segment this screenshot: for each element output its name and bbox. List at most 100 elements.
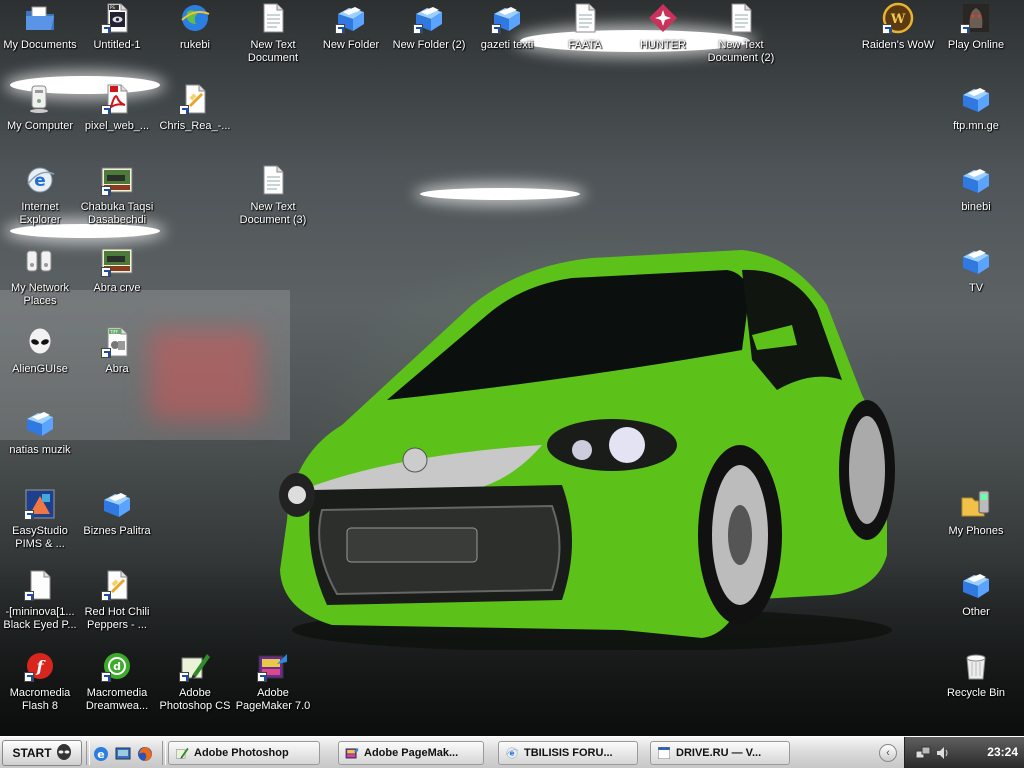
folder-icon: [960, 245, 992, 277]
diamond-app-icon: [647, 2, 679, 34]
alien-icon: [24, 326, 56, 358]
svg-text:W: W: [890, 12, 906, 27]
shortcut-arrow-icon: [101, 24, 111, 34]
desktop-icon[interactable]: Recycle Bin: [936, 650, 1016, 700]
desktop-icon[interactable]: TV: [936, 245, 1016, 295]
shortcut-arrow-icon: [101, 591, 111, 601]
desktop-icon-label: rukebi: [180, 39, 210, 51]
desktop-icon[interactable]: natias muzik: [0, 407, 80, 457]
folder-icon: [101, 488, 133, 520]
desktop-icon[interactable]: ftp.mn.ge: [936, 83, 1016, 133]
desktop-icon-label: ftp.mn.ge: [953, 120, 999, 132]
desktop-icon[interactable]: Other: [936, 569, 1016, 619]
desktop-icon[interactable]: gazeti texti: [467, 2, 547, 52]
desktop-icon-label: New Folder (2): [392, 39, 466, 51]
desktop-icon-label: New Folder: [322, 39, 380, 51]
desktop-icon[interactable]: -[mininova[1... Black Eyed P...: [0, 569, 80, 632]
desktop-icon[interactable]: TIFF Abra: [77, 326, 157, 376]
tiff-file-icon: TIFF: [101, 326, 133, 358]
desktop-icon[interactable]: PS Untitled-1: [77, 2, 157, 52]
taskbar-button[interactable]: Adobe PageMak...: [338, 741, 484, 765]
pdf-icon: [101, 83, 133, 115]
globe-icon: [179, 2, 211, 34]
desktop-icon[interactable]: Play Online: [936, 2, 1016, 52]
desktop-icon[interactable]: My Phones: [936, 488, 1016, 538]
media-file-icon: [101, 569, 133, 601]
tray-network-icon[interactable]: [915, 745, 931, 761]
text-document-icon: [257, 2, 289, 34]
desktop-icon[interactable]: HUNTER: [623, 2, 703, 52]
taskbar-button[interactable]: Adobe Photoshop: [168, 741, 320, 765]
taskbar-button[interactable]: e TBILISIS FORU...: [498, 741, 638, 765]
dreamweaver-icon: d: [101, 650, 133, 682]
desktop-icon[interactable]: EasyStudio PIMS & ...: [0, 488, 80, 551]
desktop-icon-label: Internet Explorer: [19, 201, 61, 226]
computer-icon: [24, 83, 56, 115]
clock[interactable]: 23:24: [987, 745, 1018, 759]
psd-file-icon: PS: [101, 2, 133, 34]
desktop-icon-label: My Computer: [6, 120, 74, 132]
folder-icon: [491, 2, 523, 34]
desktop-icon[interactable]: e Internet Explorer: [0, 164, 80, 227]
system-tray: ‹ 23:24: [879, 737, 1024, 768]
desktop-icon[interactable]: Chabuka Taqsi Dasabechdi: [77, 164, 157, 227]
shortcut-arrow-icon: [491, 24, 501, 34]
desktop-icon[interactable]: New Folder (2): [389, 2, 469, 52]
desktop-icon[interactable]: New Folder: [311, 2, 391, 52]
desktop-icon-label: Abra: [105, 363, 129, 375]
desktop-icon[interactable]: Biznes Palitra: [77, 488, 157, 538]
desktop-icon[interactable]: My Computer: [0, 83, 80, 133]
desktop-icon[interactable]: Red Hot Chili Peppers - ...: [77, 569, 157, 632]
tray-volume-icon[interactable]: [935, 745, 951, 761]
desktop-icon[interactable]: Adobe Photoshop CS: [155, 650, 235, 713]
image-thumbnail-icon: [101, 245, 133, 277]
taskbar-button-label: TBILISIS FORU...: [524, 747, 613, 759]
taskbar-button[interactable]: DRIVE.RU — V...: [650, 741, 790, 765]
desktop-icon[interactable]: W Raiden's WoW: [858, 2, 938, 52]
desktop-icon-label: My Network Places: [10, 282, 70, 307]
desktop-icon[interactable]: Chris_Rea_-...: [155, 83, 235, 133]
desktop-icon-label: Red Hot Chili Peppers - ...: [84, 606, 150, 631]
desktop-icon[interactable]: AlienGUIse: [0, 326, 80, 376]
text-document-icon: [257, 164, 289, 196]
desktop-icon[interactable]: Adobe PageMaker 7.0: [233, 650, 313, 713]
desktop-icon-label: pixel_web_...: [84, 120, 150, 132]
desktop-icon[interactable]: f Macromedia Flash 8: [0, 650, 80, 713]
desktop-icon[interactable]: FAATA: [545, 2, 625, 52]
image-thumbnail-icon: [101, 164, 133, 196]
recycle-bin-icon: [960, 650, 992, 682]
browser-page-icon: [657, 746, 671, 760]
taskbar: START e Adobe Photoshop Adobe PageMak... e…: [0, 736, 1024, 768]
desktop-icon-label: gazeti texti: [480, 39, 534, 51]
shortcut-arrow-icon: [101, 672, 111, 682]
desktop-icon[interactable]: d Macromedia Dreamwea...: [77, 650, 157, 713]
shortcut-arrow-icon: [179, 105, 189, 115]
desktop-icon-label: -[mininova[1... Black Eyed P...: [3, 606, 77, 631]
desktop-icon[interactable]: My Network Places: [0, 245, 80, 308]
desktop-icon[interactable]: My Documents: [0, 2, 80, 52]
svg-text:e: e: [97, 748, 104, 761]
phone-folder-icon: [960, 488, 992, 520]
start-button[interactable]: START: [2, 740, 82, 766]
desktop-icon-label: Recycle Bin: [946, 687, 1006, 699]
desktop-icon-label: Play Online: [947, 39, 1005, 51]
desktop-icon[interactable]: pixel_web_...: [77, 83, 157, 133]
desktop-icon[interactable]: New Text Document (2): [701, 2, 781, 65]
desktop-icon[interactable]: rukebi: [155, 2, 235, 52]
quicklaunch-firefox-icon[interactable]: [136, 745, 154, 763]
quicklaunch-internet-explorer-icon[interactable]: e: [92, 745, 110, 763]
folder-documents-icon: [24, 2, 56, 34]
desktop-icon[interactable]: binebi: [936, 164, 1016, 214]
shortcut-arrow-icon: [882, 24, 892, 34]
start-label: START: [12, 746, 52, 760]
desktop-icon-label: New Text Document (2): [707, 39, 775, 64]
quicklaunch-show-desktop-icon[interactable]: [114, 745, 132, 763]
desktop-icon-label: Other: [962, 606, 990, 618]
folder-icon: [24, 407, 56, 439]
desktop-icon[interactable]: New Text Document: [233, 2, 313, 65]
desktop-icon-label: natias muzik: [9, 444, 71, 456]
desktop-icon[interactable]: Abra crve: [77, 245, 157, 295]
folder-icon: [960, 164, 992, 196]
show-hidden-icons-button[interactable]: ‹: [879, 744, 897, 762]
desktop-icon[interactable]: New Text Document (3): [233, 164, 313, 227]
